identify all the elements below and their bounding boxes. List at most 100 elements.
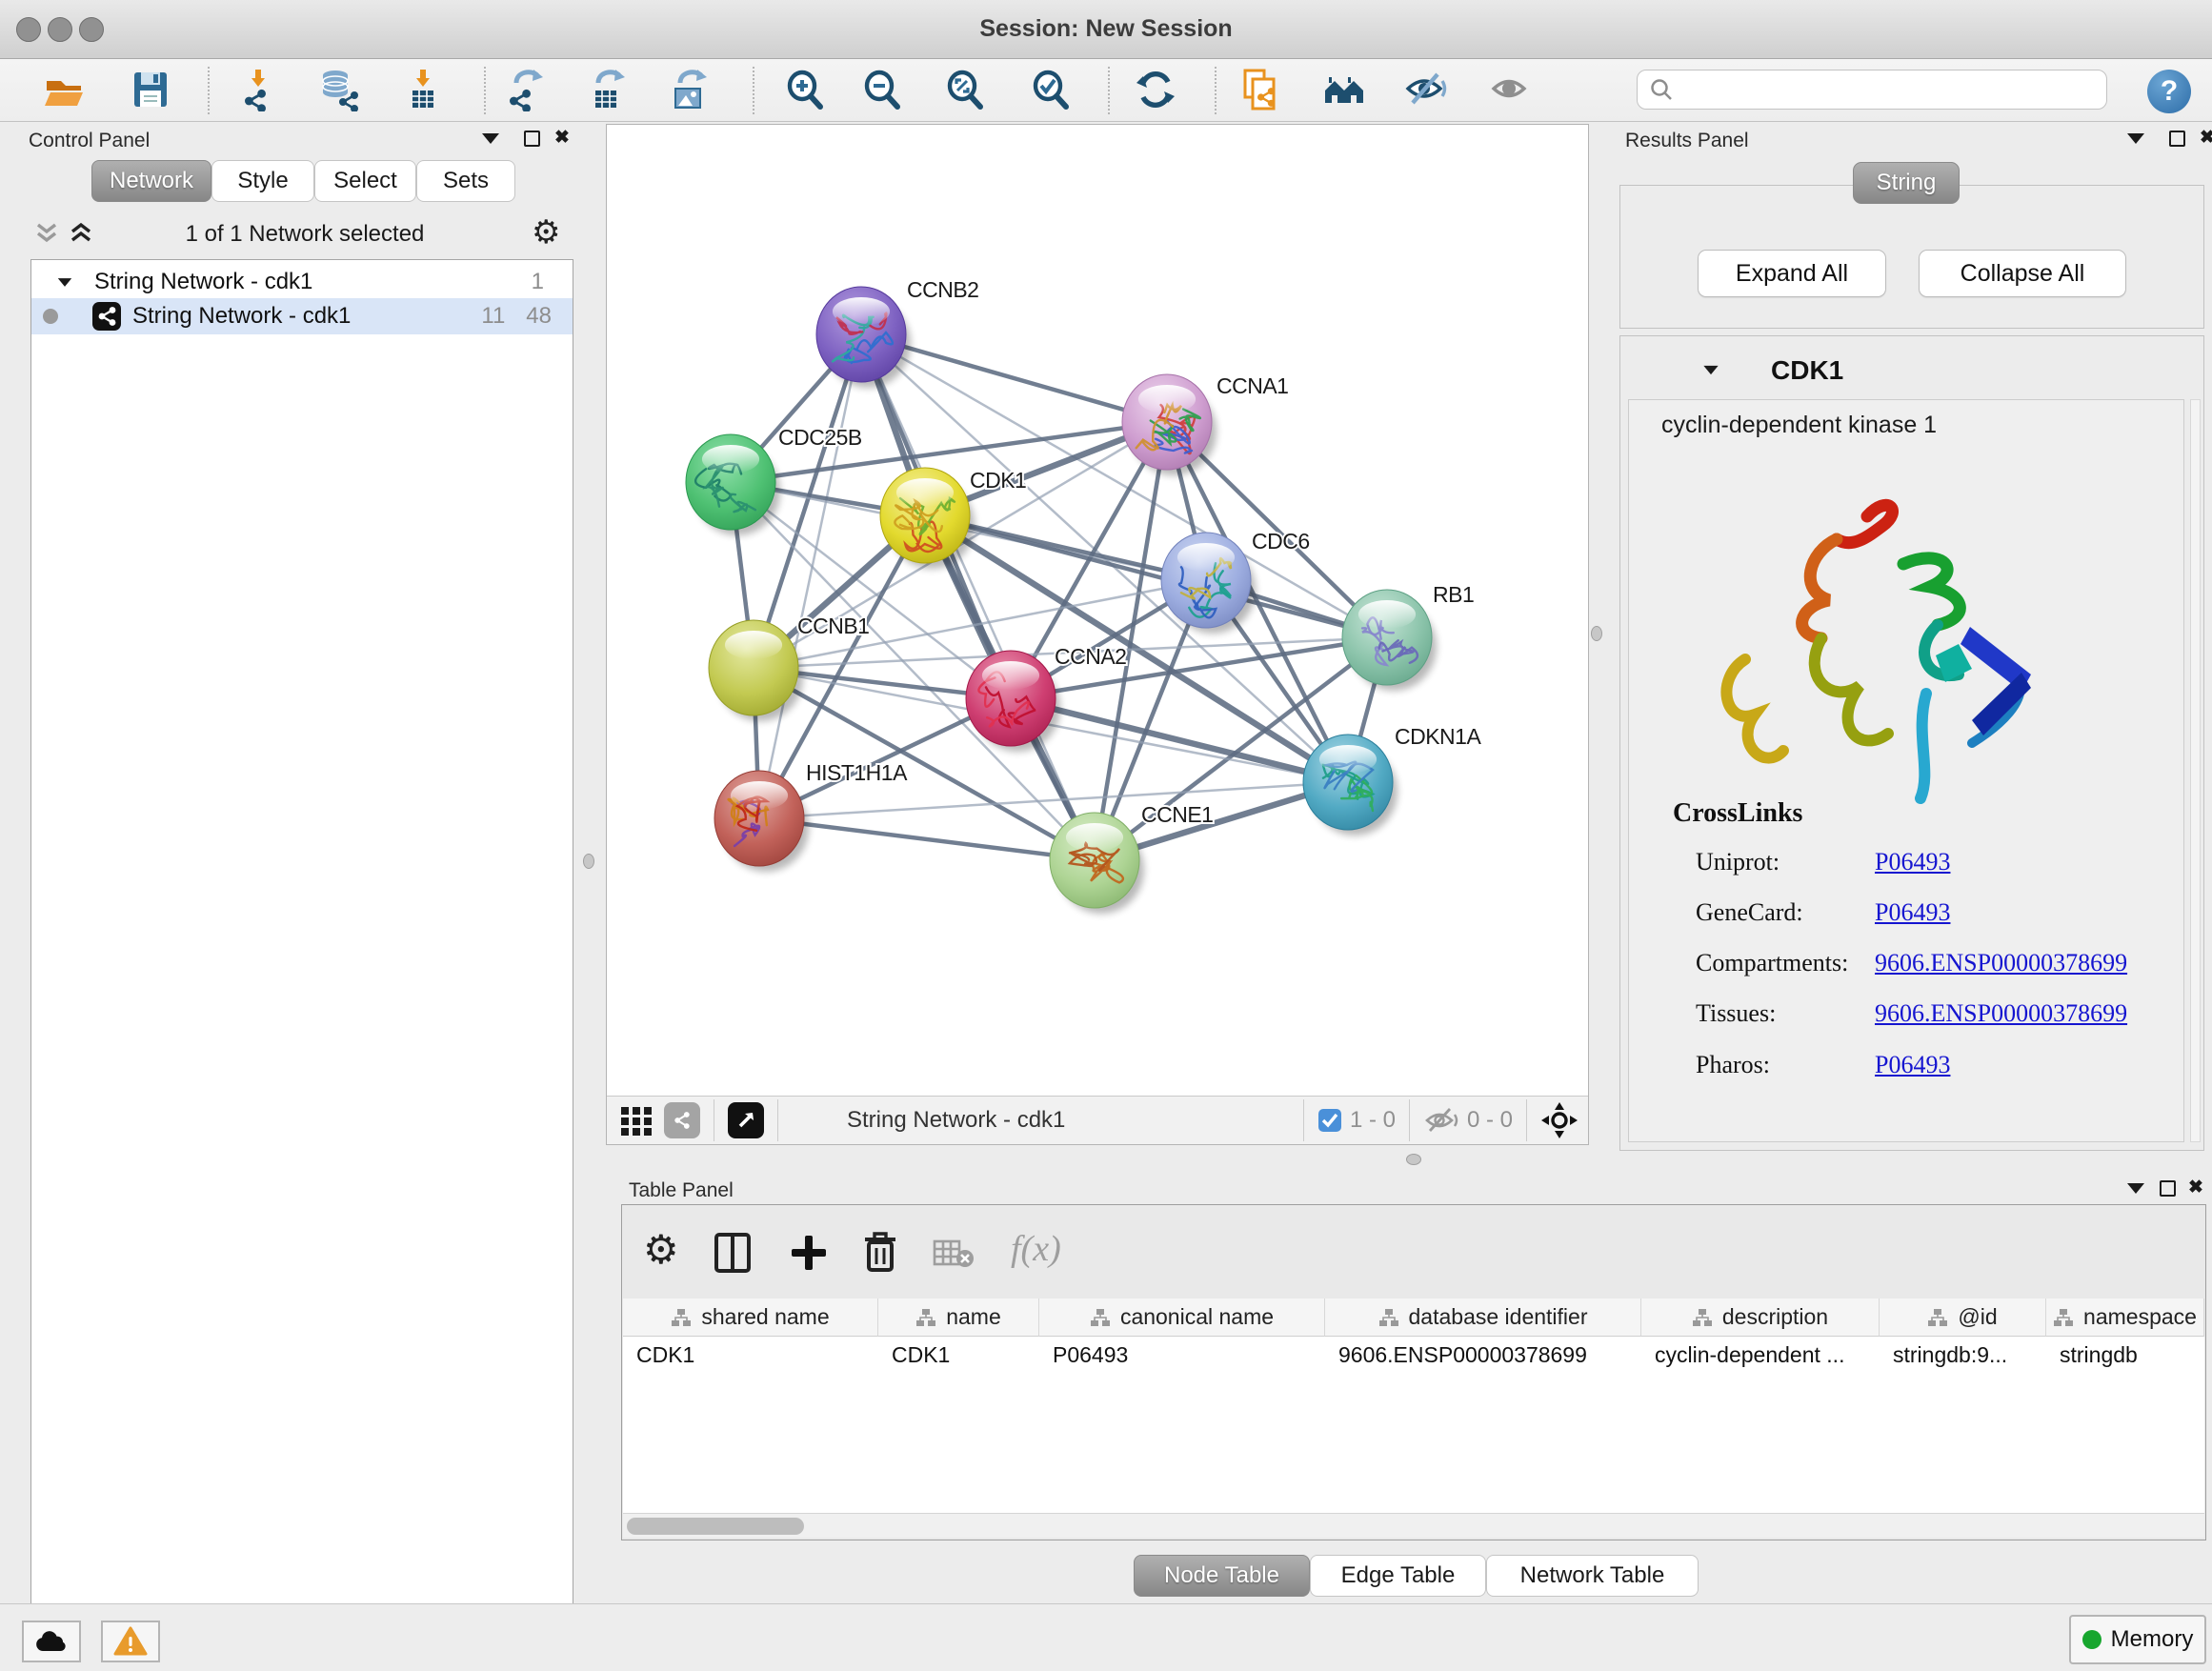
- function-builder-icon[interactable]: f(x): [1011, 1228, 1061, 1270]
- column-header-description[interactable]: description: [1641, 1299, 1880, 1337]
- collapse-all-button[interactable]: Collapse All: [1919, 250, 2126, 297]
- network-node-CCNA1[interactable]: CCNA1: [1122, 373, 1288, 475]
- network-node-CCNB2[interactable]: CCNB2: [816, 277, 978, 388]
- results-scrollbar[interactable]: [2190, 399, 2201, 1142]
- folder-open-icon[interactable]: [37, 63, 90, 116]
- grid-view-icon[interactable]: [618, 1102, 654, 1138]
- columns-icon[interactable]: [714, 1232, 752, 1274]
- gene-collapse-icon[interactable]: [1703, 366, 1718, 374]
- tree-expander-icon[interactable]: [58, 278, 71, 287]
- expand-all-button[interactable]: Expand All: [1698, 250, 1886, 297]
- table-panel-close-icon[interactable]: ✖: [2188, 1178, 2203, 1197]
- horizontal-splitter-handle[interactable]: [1406, 1154, 1421, 1165]
- export-image-icon[interactable]: [662, 63, 715, 116]
- delete-trash-icon[interactable]: [862, 1230, 898, 1274]
- table-cell[interactable]: cyclin-dependent ...: [1641, 1337, 1880, 1373]
- table-horizontal-scrollbar[interactable]: [623, 1513, 2204, 1538]
- eye-icon[interactable]: [1484, 63, 1538, 116]
- crosslink-tissues[interactable]: 9606.ENSP00000378699: [1875, 999, 2127, 1028]
- protein-structure-image: [1686, 457, 2067, 838]
- column-header--id[interactable]: @id: [1880, 1299, 2046, 1337]
- network-node-CDC25B[interactable]: CDC25B: [686, 425, 862, 535]
- search-box[interactable]: [1637, 70, 2107, 110]
- collapse-all-chevrons-icon[interactable]: [34, 221, 59, 246]
- selected-checkbox-icon[interactable]: [1317, 1108, 1342, 1133]
- tab-network[interactable]: Network: [91, 160, 211, 202]
- left-splitter-handle[interactable]: [583, 854, 594, 869]
- zoom-selected-icon[interactable]: [1024, 63, 1077, 116]
- export-network-icon[interactable]: [498, 63, 552, 116]
- tab-sets[interactable]: Sets: [416, 160, 515, 202]
- column-header-database-identifier[interactable]: database identifier: [1325, 1299, 1641, 1337]
- table-cell[interactable]: CDK1: [878, 1337, 1039, 1373]
- column-header-name[interactable]: name: [878, 1299, 1039, 1337]
- network-edge[interactable]: [759, 782, 1348, 818]
- column-header-namespace[interactable]: namespace: [2046, 1299, 2204, 1337]
- table-cell[interactable]: P06493: [1039, 1337, 1325, 1373]
- move-crosshair-icon[interactable]: [1540, 1101, 1579, 1139]
- results-panel-close-icon[interactable]: ✖: [2200, 129, 2212, 147]
- table-panel-maximize-icon[interactable]: [2160, 1180, 2176, 1197]
- table-cell[interactable]: stringdb: [2046, 1337, 2204, 1373]
- expand-all-chevrons-icon[interactable]: [69, 221, 93, 246]
- network-node-RB1[interactable]: RB1: [1342, 582, 1474, 691]
- eye-slash-icon[interactable]: [1399, 63, 1453, 116]
- warnings-button[interactable]: [101, 1621, 160, 1662]
- table-cell[interactable]: stringdb:9...: [1880, 1337, 2046, 1373]
- column-header-shared-name[interactable]: shared name: [623, 1299, 878, 1337]
- export-table-icon[interactable]: [580, 63, 633, 116]
- cloud-button[interactable]: [22, 1621, 81, 1662]
- import-network-icon[interactable]: [231, 63, 285, 116]
- detach-view-icon[interactable]: [728, 1102, 764, 1138]
- network-row-selected[interactable]: String Network - cdk1 11 48: [31, 298, 573, 334]
- table-cell[interactable]: 9606.ENSP00000378699: [1325, 1337, 1641, 1373]
- crosslink-compartments[interactable]: 9606.ENSP00000378699: [1875, 949, 2127, 977]
- copy-share-document-icon[interactable]: [1233, 63, 1286, 116]
- tab-network-table[interactable]: Network Table: [1486, 1555, 1699, 1597]
- tab-edge-table[interactable]: Edge Table: [1310, 1555, 1486, 1597]
- import-database-icon[interactable]: [312, 63, 365, 116]
- table-gear-icon[interactable]: ⚙: [643, 1226, 679, 1273]
- zoom-fit-icon[interactable]: [938, 63, 992, 116]
- tab-select[interactable]: Select: [314, 160, 416, 202]
- control-panel-close-icon[interactable]: ✖: [554, 129, 570, 147]
- share-view-icon[interactable]: [664, 1102, 700, 1138]
- refresh-icon[interactable]: [1129, 63, 1182, 116]
- network-edge[interactable]: [759, 334, 861, 818]
- crosslink-genecard[interactable]: P06493: [1875, 898, 1950, 927]
- network-node-CCNB1[interactable]: CCNB1: [709, 614, 869, 721]
- results-panel-maximize-icon[interactable]: [2169, 131, 2185, 147]
- crosslink-uniprot[interactable]: P06493: [1875, 848, 1950, 876]
- tab-string[interactable]: String: [1853, 162, 1960, 204]
- column-header-canonical-name[interactable]: canonical name: [1039, 1299, 1325, 1337]
- network-node-CCNE1[interactable]: CCNE1: [1050, 802, 1213, 914]
- help-button[interactable]: ?: [2147, 70, 2191, 113]
- zoom-out-icon[interactable]: [855, 63, 909, 116]
- table-cell[interactable]: CDK1: [623, 1337, 878, 1373]
- network-options-gear-icon[interactable]: ⚙: [532, 213, 560, 252]
- control-panel-maximize-icon[interactable]: [524, 131, 540, 147]
- control-panel-float-icon[interactable]: [482, 133, 499, 144]
- network-edge[interactable]: [759, 818, 1095, 860]
- edge-count: 48: [526, 303, 552, 330]
- table-panel-float-icon[interactable]: [2127, 1183, 2144, 1194]
- save-floppy-icon[interactable]: [124, 63, 177, 116]
- results-panel-float-icon[interactable]: [2127, 133, 2144, 144]
- network-node-CDKN1A[interactable]: CDKN1A: [1303, 724, 1481, 836]
- memory-button[interactable]: Memory: [2069, 1615, 2206, 1664]
- network-collection-row[interactable]: String Network - cdk1 1: [31, 264, 573, 300]
- houses-icon[interactable]: [1317, 63, 1371, 116]
- import-table-icon[interactable]: [396, 63, 450, 116]
- tab-node-table[interactable]: Node Table: [1134, 1555, 1310, 1597]
- crosslink-pharos[interactable]: P06493: [1875, 1051, 1950, 1079]
- right-splitter-handle[interactable]: [1591, 626, 1602, 641]
- clear-table-icon[interactable]: [933, 1238, 975, 1270]
- network-canvas[interactable]: CCNB2CCNA1CDC25BCDK1CDC6RB1CCNB1CCNA2CDK…: [607, 125, 1588, 1096]
- search-input[interactable]: [1674, 72, 2106, 107]
- zoom-in-icon[interactable]: [778, 63, 832, 116]
- tab-style[interactable]: Style: [211, 160, 314, 202]
- network-edge[interactable]: [925, 515, 1387, 637]
- toolbar-separator: [1108, 67, 1110, 114]
- scrollbar-thumb[interactable]: [627, 1518, 804, 1535]
- add-column-icon[interactable]: [790, 1234, 828, 1272]
